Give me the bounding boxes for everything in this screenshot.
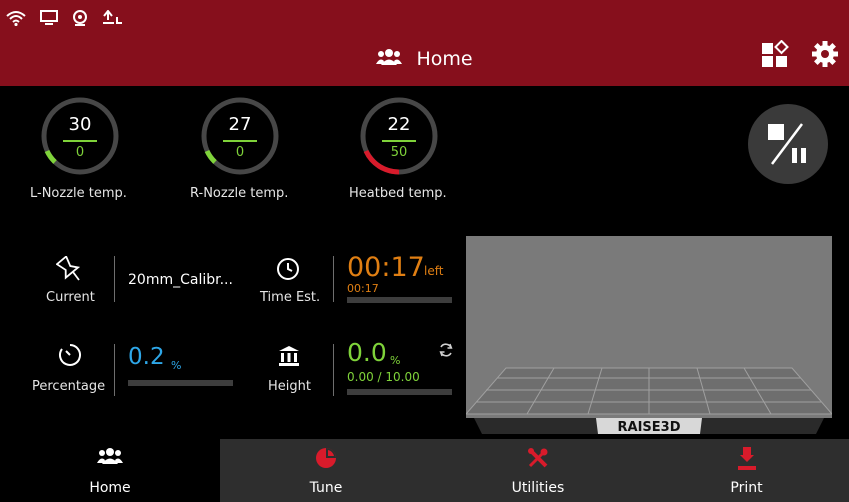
top-right-actions [761,39,839,72]
nav-print[interactable]: Print [644,439,849,502]
separator [114,256,115,302]
l-nozzle-target: 0 [75,145,85,160]
percentage-label: Percentage [32,379,106,394]
nav-utilities[interactable]: Utilities [432,439,644,502]
percentage-value: 0.2 [128,344,165,370]
building-height-icon [278,345,300,371]
time-elapsed: 00:17 [347,282,379,295]
heatbed-current: 22 [387,114,411,135]
clock-icon [276,257,300,285]
divider [382,140,416,142]
current-file-name: 20mm_Calibr... [128,272,233,288]
stop-pause-button[interactable] [748,104,828,184]
percentage-unit: % [171,359,182,372]
heatbed-label: Heatbed temp. [349,186,447,201]
group-icon [97,448,123,464]
divider [63,140,97,142]
r-nozzle-current: 27 [228,114,252,135]
time-left-suffix: left [424,264,444,278]
time-progress-bar [347,297,452,303]
current-label: Current [46,290,95,305]
separator [333,344,334,396]
divider [223,140,257,142]
time-remaining: 00:17 [347,252,425,283]
separator [114,344,115,396]
bottom-nav: Home Tune Utilities Print [0,439,849,502]
page-title: Home [0,44,849,74]
group-icon [376,48,403,70]
heatbed-target: 50 [390,145,408,160]
dashboard-layout-icon[interactable] [761,39,789,72]
r-nozzle-gauge[interactable]: 27 0 [200,96,280,176]
usb-icon [102,10,124,26]
l-nozzle-current: 30 [68,114,92,135]
page-title-text: Home [416,48,473,70]
webcam-icon [72,9,88,27]
progress-timer-icon [58,343,82,371]
l-nozzle-gauge[interactable]: 30 0 [40,96,120,176]
l-nozzle-label: L-Nozzle temp. [30,186,127,201]
height-unit: % [390,354,401,367]
tools-icon [528,448,548,468]
nav-tune-label: Tune [309,480,343,496]
raise3d-logo: RAISE3D [618,420,681,435]
time-est-label: Time Est. [260,290,321,305]
nav-tune[interactable]: Tune [220,439,432,502]
nav-home[interactable]: Home [0,439,220,502]
wifi-icon [6,10,26,26]
separator [333,256,334,302]
pie-chart-icon [316,448,336,468]
nav-home-label: Home [89,480,131,496]
r-nozzle-label: R-Nozzle temp. [190,186,289,201]
refresh-icon[interactable] [438,342,454,362]
status-icons [6,8,124,28]
height-progress-bar [347,389,452,395]
r-nozzle-target: 0 [235,145,245,160]
pin-icon [55,255,81,286]
stop-pause-icon [768,123,806,165]
nav-print-label: Print [730,480,763,496]
monitor-icon [40,10,58,26]
height-value: 0.0 [347,338,387,367]
percentage-progress-bar [128,380,233,386]
settings-gear-icon[interactable] [811,40,839,72]
height-label: Height [268,379,311,394]
top-bar: Home [0,0,849,86]
print-nozzle-icon [738,447,756,470]
nav-utilities-label: Utilities [511,480,565,496]
height-detail: 0.00 / 10.00 [347,370,420,384]
heatbed-gauge[interactable]: 22 50 [359,96,439,176]
build-plate-preview[interactable]: RAISE3D [464,236,834,436]
